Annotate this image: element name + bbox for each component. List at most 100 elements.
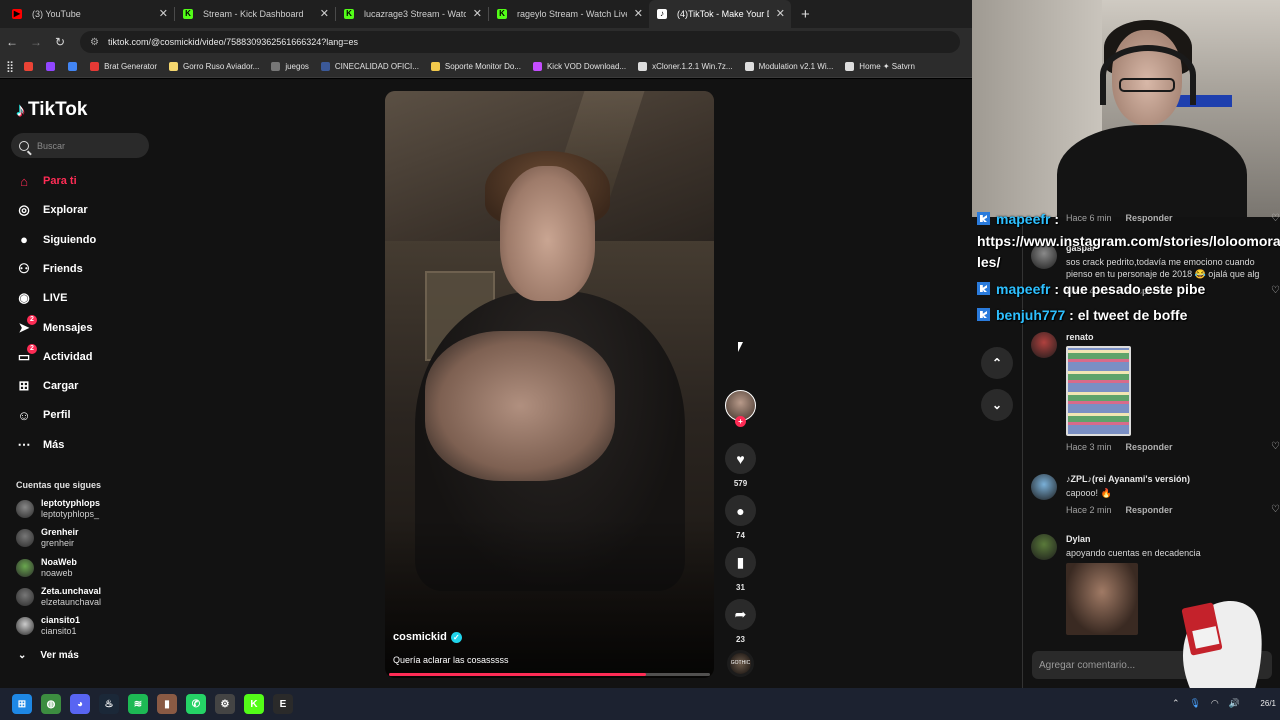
video-author[interactable]: cosmickid ✓ — [393, 631, 462, 643]
avatar[interactable] — [1031, 332, 1057, 358]
site-info-icon[interactable]: ⚙ — [90, 37, 100, 48]
bookmark-item[interactable]: Kick VOD Download... — [532, 62, 626, 71]
bookmark-favicon-icon — [845, 62, 855, 71]
video-author-name: cosmickid — [393, 631, 447, 643]
bookmark-item[interactable]: CINECALIDAD OFICI... — [320, 62, 419, 71]
comment-author[interactable]: ♪ZPL♪(rei Ayanami's versión) — [1066, 474, 1272, 484]
video-progress-bar[interactable] — [389, 673, 710, 676]
close-tab-icon[interactable]: ✕ — [320, 7, 329, 20]
close-tab-icon[interactable]: ✕ — [634, 7, 643, 20]
comment-author[interactable]: renato — [1066, 332, 1272, 342]
bookmark-label: juegos — [285, 62, 309, 71]
comment-like-button[interactable]: ♡0 — [1271, 504, 1280, 515]
browser-tab[interactable]: Krageylo Stream - Watch Live on ✕ — [489, 0, 649, 28]
sidebar-item-explorar[interactable]: ◎ Explorar — [16, 200, 87, 220]
kick-icon[interactable]: K — [244, 694, 264, 714]
comment-image[interactable] — [1066, 563, 1138, 635]
apps-grid-icon[interactable]: ⣿ — [6, 60, 14, 73]
comment-text: apoyando cuentas en decadencia — [1066, 548, 1201, 558]
forward-icon[interactable]: → — [24, 35, 48, 49]
new-tab-button[interactable]: + — [801, 6, 810, 23]
discord-icon[interactable]: ◕ — [70, 694, 90, 714]
bookmark-item[interactable]: Home ✦ Satvrn — [845, 62, 915, 71]
following-account[interactable]: ciansito1 ciansito1 — [16, 615, 80, 637]
sidebar-item-friends[interactable]: ⚇ Friends — [16, 259, 83, 279]
bookmark-item[interactable]: juegos — [271, 62, 309, 71]
close-tab-icon[interactable]: ✕ — [159, 7, 168, 20]
sidebar-item-parati[interactable]: ⌂ Para ti — [16, 171, 77, 191]
sidebar-item-live[interactable]: ◉ LIVE — [16, 288, 67, 308]
follow-plus-icon[interactable]: + — [735, 416, 746, 427]
chrome-icon[interactable]: ◍ — [41, 694, 61, 714]
comment-image[interactable] — [1066, 346, 1131, 436]
chevron-up-icon[interactable]: ⌃ — [1172, 698, 1180, 709]
sidebar-item-mensajes[interactable]: ➤ 2 Mensajes — [16, 314, 93, 338]
bookmark-item[interactable] — [46, 62, 60, 71]
browser-tab[interactable]: ▶ (3) YouTube ✕ — [4, 0, 174, 28]
settings-icon[interactable]: ⚙ — [215, 694, 235, 714]
bookmark-label: Modulation v2.1 Wi... — [758, 62, 834, 71]
heart-outline-icon: ♡ — [1271, 504, 1280, 515]
reload-icon[interactable]: ↻ — [48, 35, 72, 49]
compass-icon: ◎ — [18, 202, 30, 218]
share-button[interactable]: ➦ 23 — [725, 599, 756, 644]
close-tab-icon[interactable]: ✕ — [776, 7, 785, 20]
reply-button[interactable]: Responder — [1126, 213, 1173, 223]
volume-icon[interactable]: 🔊 — [1229, 698, 1240, 709]
steam-icon[interactable]: ♨ — [99, 694, 119, 714]
bookmark-item[interactable]: Modulation v2.1 Wi... — [744, 62, 834, 71]
back-icon[interactable]: ← — [0, 35, 24, 49]
comment-like-button[interactable]: ♡1 — [1271, 213, 1280, 224]
sidebar-item-cargar[interactable]: ⊞ Cargar — [16, 376, 79, 396]
bookmark-item[interactable]: Brat Generator — [90, 62, 157, 71]
video-player[interactable]: cosmickid ✓ Quería aclarar las cosasssss — [385, 91, 714, 678]
comment-author[interactable]: Dylan — [1066, 534, 1272, 544]
browser-tab[interactable]: ♪ (4)TikTok - Make Your Day ✕ — [649, 0, 791, 28]
epic-games-icon[interactable]: E — [273, 694, 293, 714]
bookmark-item[interactable]: xCloner.1.2.1 Win.7z... — [638, 62, 733, 71]
save-button[interactable]: ▮ 31 — [725, 547, 756, 592]
tiktok-logo[interactable]: ♪ TikTok — [16, 99, 87, 121]
bookmark-item[interactable]: Gorro Ruso Aviador... — [168, 62, 259, 71]
sidebar-item-actividad[interactable]: ▭ 2 Actividad — [16, 343, 93, 367]
comment-time: Hace 6 min — [1066, 213, 1112, 223]
sidebar-item-siguiendo[interactable]: ● Siguiendo — [16, 230, 96, 250]
bookmark-item[interactable]: Soporte Monitor Do... — [430, 62, 521, 71]
avatar[interactable] — [1031, 534, 1057, 560]
bookmarks-bar: ⣿ Brat Generator Gorro Ruso Aviador... jue… — [0, 56, 972, 78]
following-account[interactable]: Zeta.unchaval elzetaunchaval — [16, 586, 101, 608]
comment-like-button[interactable]: ♡1 — [1271, 285, 1280, 296]
browser-tab[interactable]: K Stream - Kick Dashboard ✕ — [175, 0, 335, 28]
avatar[interactable] — [1031, 474, 1057, 500]
following-account[interactable]: NoaWeb noaweb — [16, 557, 77, 579]
music-disc-icon[interactable]: GOTHIC — [727, 650, 754, 677]
whatsapp-icon[interactable]: ✆ — [186, 694, 206, 714]
following-account[interactable]: Grenheir grenheir — [16, 527, 79, 549]
url-input[interactable]: ⚙ tiktok.com/@cosmickid/video/7588309362… — [80, 31, 960, 53]
reply-button[interactable]: Responder — [1126, 505, 1173, 515]
wifi-icon[interactable]: ◠ — [1211, 698, 1219, 709]
close-tab-icon[interactable]: ✕ — [473, 7, 482, 20]
like-button[interactable]: ♥ 579 — [725, 443, 756, 488]
spotify-icon[interactable]: ≋ — [128, 694, 148, 714]
chat-username: mapeefr — [996, 281, 1051, 297]
previous-video-button[interactable]: ⌃ — [981, 347, 1013, 379]
sidebar-item-ms[interactable]: ⋯ Más — [16, 435, 65, 455]
search-input[interactable]: Buscar — [11, 133, 149, 158]
microphone-icon[interactable]: 🎙 — [1189, 698, 1200, 709]
bookmark-item[interactable] — [24, 62, 38, 71]
comment-meta: Hace 2 min Responder — [1066, 505, 1272, 515]
bookmark-item[interactable] — [68, 62, 82, 71]
browser-tab[interactable]: Klucazrage3 Stream - Watch Live ✕ — [336, 0, 488, 28]
sidebar-item-perfil[interactable]: ☺ Perfil — [16, 405, 70, 425]
comment-button[interactable]: ● 74 — [725, 495, 756, 540]
app-icon[interactable]: ▮ — [157, 694, 177, 714]
chat-message: benjuh777 : el tweet de boffe — [977, 307, 1187, 323]
see-more-button[interactable]: ⌄ Ver más — [18, 650, 79, 661]
next-video-button[interactable]: ⌄ — [981, 389, 1013, 421]
following-account[interactable]: leptotyphlops leptotyphlops_ — [16, 498, 100, 520]
comment-like-button[interactable]: ♡2 — [1271, 441, 1280, 452]
system-clock[interactable]: 26/1 — [1260, 699, 1276, 708]
reply-button[interactable]: Responder — [1126, 442, 1173, 452]
windows-start-icon[interactable]: ⊞ — [12, 694, 32, 714]
